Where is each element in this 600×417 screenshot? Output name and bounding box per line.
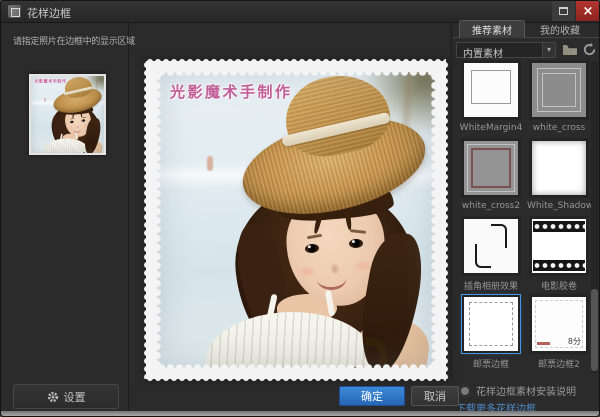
photo-vignette: [157, 72, 435, 368]
install-help-text: 花样边框素材安装说明: [476, 383, 576, 398]
photo-vignette: [31, 76, 104, 153]
stamp-scallop-bottom: [157, 362, 435, 368]
maximize-button[interactable]: [552, 1, 575, 21]
crop-instruction-text: 请指定照片在边框中的显示区域: [13, 34, 135, 47]
material-item[interactable]: 电影胶卷: [527, 219, 591, 273]
sidebar-divider: [451, 23, 452, 379]
close-icon: ×: [583, 4, 594, 19]
stamp-scallop-top: [157, 72, 435, 78]
thumb-white-cross2: [464, 141, 518, 195]
settings-label: 设置: [64, 389, 86, 405]
close-button[interactable]: ×: [576, 1, 600, 21]
source-photo-thumbnail[interactable]: 光影魔术手制作: [29, 74, 106, 155]
window-bottom-edge: [1, 411, 599, 416]
material-tabbar: 推荐素材 我的收藏: [453, 20, 599, 38]
mini-photo: 光影魔术手制作: [31, 76, 104, 153]
cancel-button[interactable]: 取消: [411, 386, 459, 406]
left-panel-divider: [128, 23, 129, 412]
refresh-icon: [582, 42, 597, 57]
tab-recommended-materials[interactable]: 推荐素材: [459, 20, 525, 38]
stamp-teeth-top: [146, 57, 446, 62]
material-item[interactable]: 插角相册效果: [459, 219, 523, 273]
preview-photo[interactable]: 光影魔术手制作: [157, 72, 435, 368]
thumb-film-roll: [532, 219, 586, 273]
stamp-scallop-left: [157, 72, 163, 368]
material-item[interactable]: white_cross: [527, 63, 591, 117]
refresh-button[interactable]: [582, 42, 598, 58]
folder-icon: [562, 42, 578, 58]
gear-icon: [47, 391, 59, 403]
material-source-select[interactable]: 内置素材 ▾: [456, 42, 556, 58]
thumb-stamp-border: [464, 297, 518, 351]
thumb-corner-album: [464, 219, 518, 273]
info-circle-icon: [459, 385, 471, 397]
thumb-white-margin4: [464, 63, 518, 117]
fancy-border-window: 花样边框 × 请指定照片在边框中的显示区域: [0, 0, 600, 417]
watermark-text: 光影魔术手制作: [170, 81, 293, 102]
stamp-teeth-right: [445, 61, 450, 379]
border-preview-stamp[interactable]: 光影魔术手制作: [146, 61, 446, 379]
thumb-white-shadow: [532, 141, 586, 195]
watermark-text: 光影魔术手制作: [34, 78, 66, 83]
stamp-scallop-right: [429, 72, 435, 368]
material-item[interactable]: 8分 邮票边框2: [527, 297, 591, 351]
material-item-selected[interactable]: 邮票边框: [459, 297, 523, 351]
window-title: 花样边框: [27, 5, 71, 21]
settings-button[interactable]: 设置: [13, 384, 119, 409]
thumb-stamp-border2: 8分: [532, 297, 586, 351]
stamp-red-inscription: [537, 342, 550, 345]
chevron-down-icon[interactable]: ▾: [542, 43, 555, 57]
stamp-teeth-bottom: [146, 378, 446, 383]
material-item[interactable]: WhiteMargin4: [459, 63, 523, 117]
stamp-denomination: 8分: [568, 336, 581, 347]
open-folder-button[interactable]: [562, 42, 578, 58]
thumb-white-cross: [532, 63, 586, 117]
select-value: 内置素材: [463, 45, 503, 60]
maximize-icon: [559, 7, 568, 15]
stamp-teeth-left: [142, 61, 147, 379]
scrollbar-thumb[interactable]: [591, 289, 598, 371]
install-help-row[interactable]: 花样边框素材安装说明: [459, 383, 576, 398]
material-item[interactable]: White_Shadow: [527, 141, 591, 195]
app-icon: [8, 5, 21, 18]
ok-button[interactable]: 确定: [339, 386, 405, 406]
material-item[interactable]: white_cross2: [459, 141, 523, 195]
tab-my-favorites[interactable]: 我的收藏: [527, 20, 593, 38]
